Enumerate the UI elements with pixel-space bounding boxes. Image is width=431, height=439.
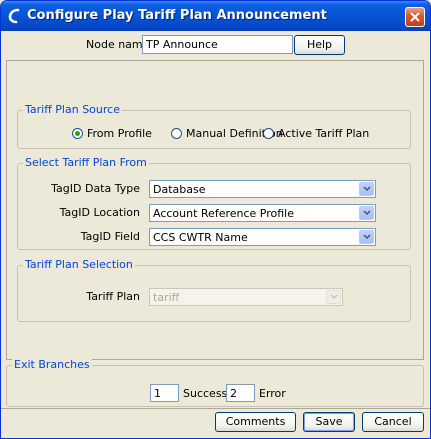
select-tariff-plan-from-legend: Select Tariff Plan From [23, 156, 149, 169]
selected-value: Database [153, 183, 206, 196]
radio-active-tariff-plan[interactable]: Active Tariff Plan [263, 127, 369, 140]
chevron-down-icon [326, 290, 341, 304]
node-name-field[interactable]: TP Announce [142, 35, 293, 54]
tariff-plan-selection-legend: Tariff Plan Selection [23, 258, 135, 271]
dialog-window: Configure Play Tariff Plan Announcement … [0, 0, 431, 439]
tagid-data-type-label: TagID Data Type [51, 182, 140, 195]
divider [1, 408, 430, 409]
tagid-location-label: TagID Location [59, 206, 140, 219]
radio-icon [263, 128, 274, 139]
success-branch-number: 1 [150, 384, 179, 402]
chevron-down-icon[interactable] [359, 230, 374, 244]
chevron-down-icon[interactable] [359, 182, 374, 196]
selected-value: Account Reference Profile [153, 207, 295, 220]
radio-selected-icon [72, 128, 83, 139]
selected-value: tariff [153, 291, 180, 304]
comments-button[interactable]: Comments [215, 412, 296, 432]
tagid-location-select[interactable]: Account Reference Profile [149, 204, 376, 222]
main-panel: Tariff Plan Source From Profile Manual D… [6, 60, 424, 360]
title-bar[interactable]: Configure Play Tariff Plan Announcement [1, 1, 430, 31]
error-branch-label: Error [259, 387, 286, 400]
window-title: Configure Play Tariff Plan Announcement [27, 8, 327, 23]
tariff-plan-source-group: Tariff Plan Source From Profile Manual D… [17, 103, 411, 149]
tariff-plan-select[interactable]: tariff [149, 288, 343, 306]
tariff-plan-source-legend: Tariff Plan Source [23, 103, 122, 116]
error-branch-number: 2 [226, 384, 255, 402]
node-name-label: Node name [86, 38, 150, 51]
selected-value: CCS CWTR Name [153, 231, 248, 244]
radio-from-profile[interactable]: From Profile [72, 127, 152, 140]
exit-branches-group: Exit Branches 1 Success 2 Error [6, 358, 424, 407]
cancel-button[interactable]: Cancel [362, 412, 424, 432]
tagid-field-select[interactable]: CCS CWTR Name [149, 228, 376, 246]
radio-label: From Profile [87, 127, 152, 140]
help-button[interactable]: Help [294, 35, 345, 55]
chevron-down-icon[interactable] [359, 206, 374, 220]
radio-label: Active Tariff Plan [278, 127, 370, 140]
close-icon [410, 12, 420, 22]
save-button[interactable]: Save [303, 412, 355, 432]
node-name-row: Node name TP Announce Help [1, 35, 430, 55]
tagid-field-label: TagID Field [80, 230, 140, 243]
radio-icon [171, 128, 182, 139]
app-icon [8, 8, 20, 24]
tariff-plan-label: Tariff Plan [86, 290, 140, 303]
success-branch-label: Success [183, 387, 228, 400]
select-tariff-plan-from-group: Select Tariff Plan From TagID Data Type … [17, 156, 411, 250]
tagid-data-type-select[interactable]: Database [149, 180, 376, 198]
exit-branches-legend: Exit Branches [12, 358, 92, 371]
close-button[interactable] [405, 7, 425, 27]
tariff-plan-selection-group: Tariff Plan Selection Tariff Plan tariff [17, 258, 411, 322]
